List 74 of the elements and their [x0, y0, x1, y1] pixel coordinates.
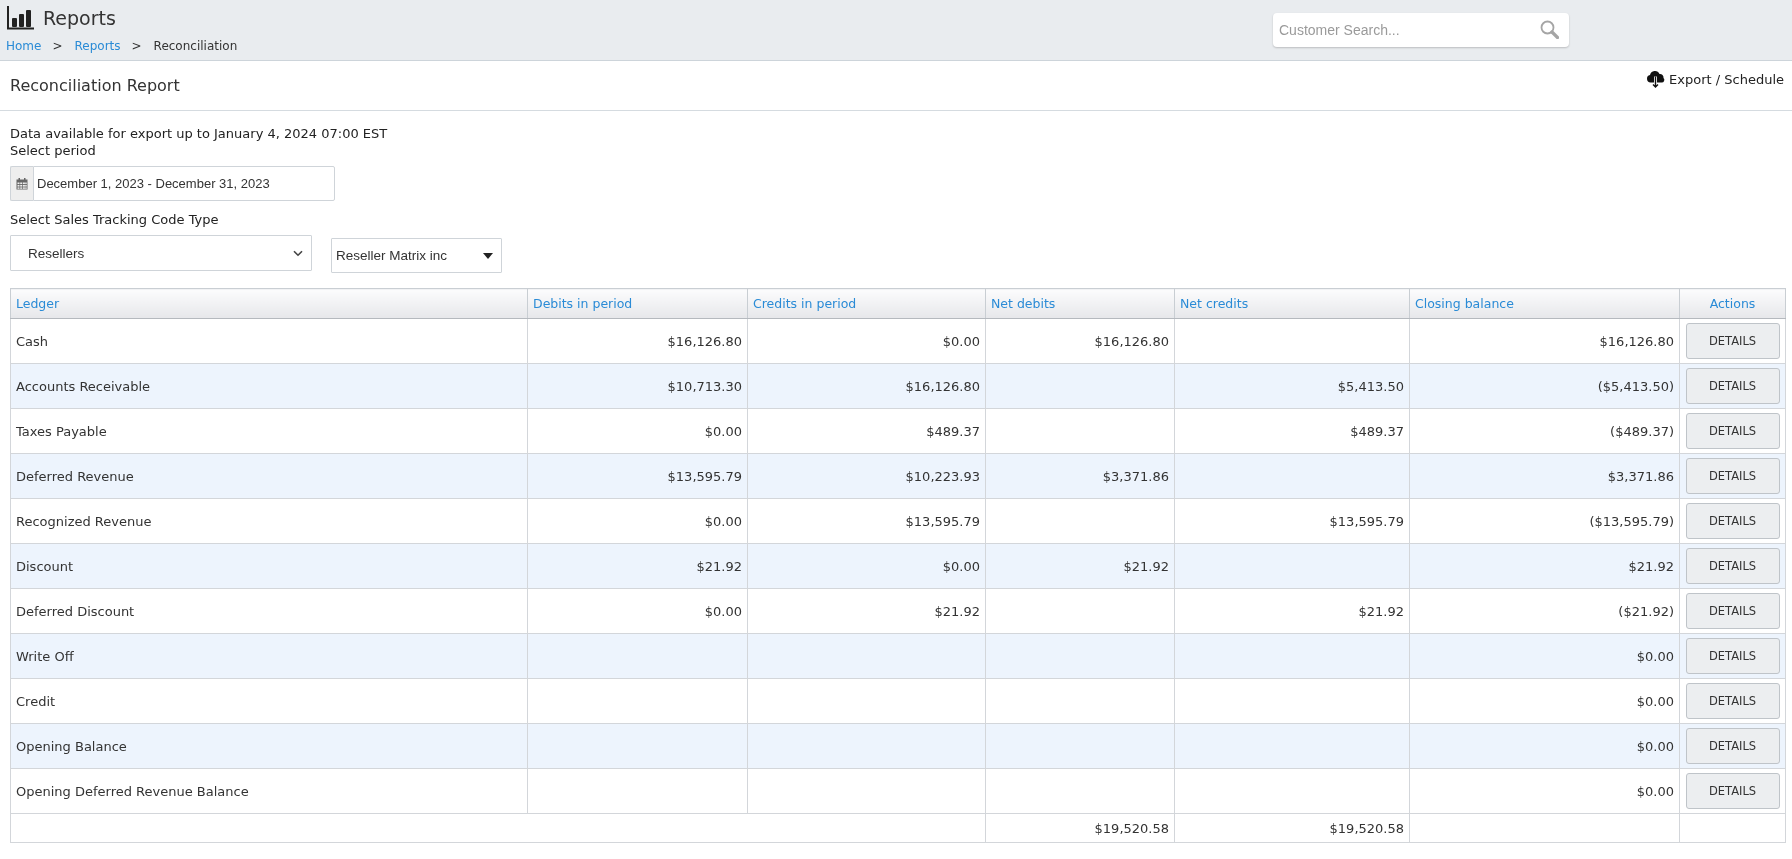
amount-cell: $3,371.86 — [985, 453, 1175, 499]
ledger-cell: Deferred Discount — [10, 588, 528, 634]
amount-cell: ($21.92) — [1409, 588, 1680, 634]
tracking-type-label: Select Sales Tracking Code Type — [10, 211, 219, 228]
amount-cell: $21.92 — [985, 543, 1175, 589]
availability-note: Data available for export up to January 4, 2024 07:00 EST — [10, 125, 388, 142]
total-cell: $19,520.58 — [985, 813, 1175, 843]
page-title: Reconciliation Report — [10, 76, 180, 95]
amount-cell: $16,126.80 — [1409, 318, 1680, 364]
breadcrumb-current: Reconciliation — [153, 38, 238, 54]
chevron-down-icon — [293, 249, 303, 257]
details-button[interactable]: DETAILS — [1685, 548, 1780, 584]
amount-cell: $0.00 — [747, 318, 986, 364]
cloud-download-icon — [1646, 70, 1666, 88]
amount-cell: $0.00 — [1409, 633, 1680, 679]
amount-cell: $0.00 — [1409, 723, 1680, 769]
amount-cell: $10,713.30 — [527, 363, 748, 409]
ledger-cell: Recognized Revenue — [10, 498, 528, 544]
caret-down-icon — [483, 252, 493, 259]
amount-cell: $5,413.50 — [1174, 363, 1410, 409]
reseller-select[interactable]: Reseller Matrix inc — [331, 238, 502, 273]
ledger-cell: Deferred Revenue — [10, 453, 528, 499]
amount-cell: ($489.37) — [1409, 408, 1680, 454]
date-range-field[interactable]: December 1, 2023 - December 31, 2023 — [33, 166, 335, 201]
calendar-icon[interactable] — [10, 166, 33, 201]
breadcrumb-separator: > — [131, 38, 142, 54]
ledger-cell: Opening Balance — [10, 723, 528, 769]
amount-cell: $13,595.79 — [1174, 498, 1410, 544]
amount-cell: $489.37 — [1174, 408, 1410, 454]
amount-cell: $16,126.80 — [527, 318, 748, 364]
details-button[interactable]: DETAILS — [1685, 413, 1780, 449]
amount-cell: $0.00 — [1409, 678, 1680, 724]
amount-cell: $21.92 — [527, 543, 748, 589]
amount-cell: ($5,413.50) — [1409, 363, 1680, 409]
amount-cell: $21.92 — [747, 588, 986, 634]
export-link[interactable]: Export / Schedule — [1646, 70, 1784, 88]
total-cell: $19,520.58 — [1174, 813, 1410, 843]
amount-cell: $489.37 — [747, 408, 986, 454]
ledger-cell: Cash — [10, 318, 528, 364]
amount-cell: $21.92 — [1174, 588, 1410, 634]
amount-cell: $0.00 — [527, 588, 748, 634]
amount-cell: $0.00 — [1409, 768, 1680, 814]
details-button[interactable]: DETAILS — [1685, 503, 1780, 539]
amount-cell: $16,126.80 — [747, 363, 986, 409]
amount-cell: $10,223.93 — [747, 453, 986, 499]
ledger-cell: Taxes Payable — [10, 408, 528, 454]
details-button[interactable]: DETAILS — [1685, 728, 1780, 764]
details-button[interactable]: DETAILS — [1685, 458, 1780, 494]
amount-cell: $13,595.79 — [747, 498, 986, 544]
details-button[interactable]: DETAILS — [1685, 593, 1780, 629]
details-button[interactable]: DETAILS — [1685, 323, 1780, 359]
amount-cell: $16,126.80 — [985, 318, 1175, 364]
ledger-cell: Accounts Receivable — [10, 363, 528, 409]
breadcrumb-separator: > — [52, 38, 63, 54]
details-button[interactable]: DETAILS — [1685, 773, 1780, 809]
app-title: Reports — [43, 6, 116, 30]
amount-cell: $0.00 — [747, 543, 986, 589]
ledger-cell: Discount — [10, 543, 528, 589]
search-field[interactable]: Customer Search... — [1273, 13, 1569, 47]
amount-cell: $0.00 — [527, 498, 748, 544]
amount-cell: ($13,595.79) — [1409, 498, 1680, 544]
tracking-type-select[interactable]: Resellers — [10, 235, 312, 271]
bar-chart-icon — [6, 6, 34, 30]
ledger-cell: Opening Deferred Revenue Balance — [10, 768, 528, 814]
details-button[interactable]: DETAILS — [1685, 368, 1780, 404]
details-button[interactable]: DETAILS — [1685, 638, 1780, 674]
details-button[interactable]: DETAILS — [1685, 683, 1780, 719]
ledger-cell: Write Off — [10, 633, 528, 679]
amount-cell: $3,371.86 — [1409, 453, 1680, 499]
period-label: Select period — [10, 142, 96, 159]
ledger-cell: Credit — [10, 678, 528, 724]
amount-cell: $13,595.79 — [527, 453, 748, 499]
amount-cell: $0.00 — [527, 408, 748, 454]
amount-cell: $21.92 — [1409, 543, 1680, 589]
